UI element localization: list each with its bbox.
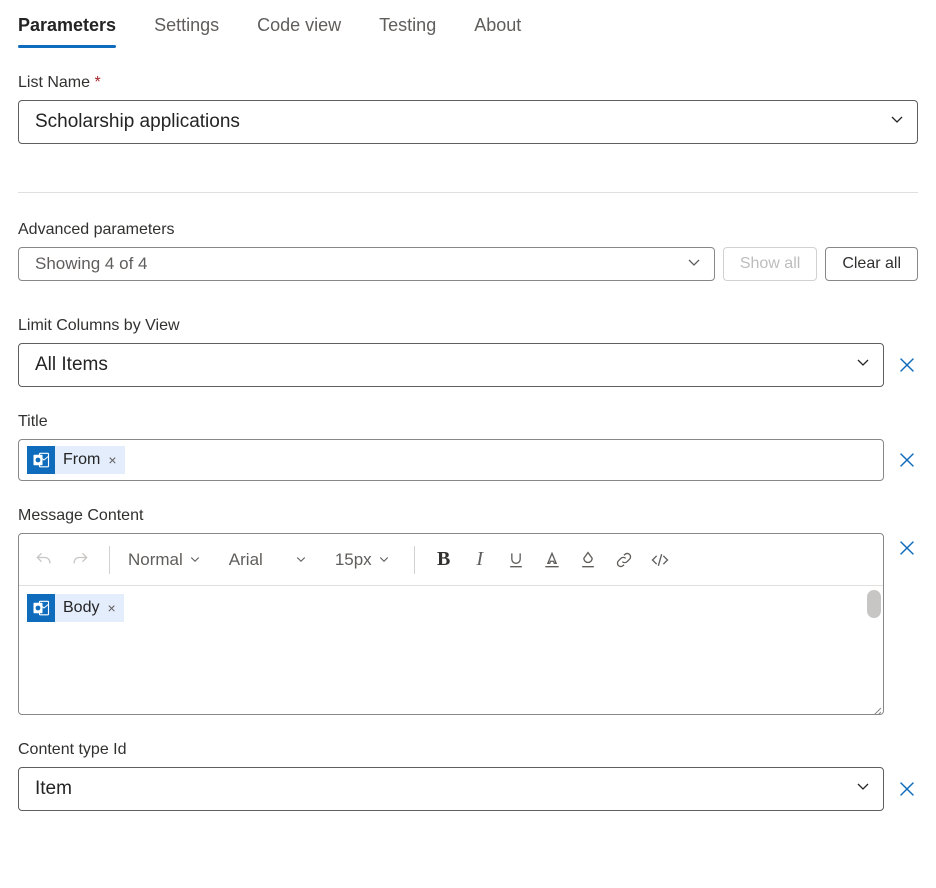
chevron-down-icon <box>855 354 871 376</box>
chevron-down-icon <box>889 111 905 133</box>
chevron-down-icon <box>295 550 307 570</box>
title-token-from[interactable]: From × <box>27 446 125 474</box>
tab-testing[interactable]: Testing <box>379 15 436 46</box>
rte-body[interactable]: Body × <box>19 586 883 706</box>
message-content-label: Message Content <box>18 507 918 525</box>
chevron-down-icon <box>378 550 390 570</box>
content-type-id-value: Item <box>35 778 72 800</box>
outlook-icon <box>27 594 55 622</box>
remove-limit-columns-button[interactable] <box>896 354 918 376</box>
link-button[interactable] <box>609 545 639 575</box>
chevron-down-icon <box>686 254 702 275</box>
list-name-value: Scholarship applications <box>35 111 240 133</box>
remove-message-content-button[interactable] <box>896 537 918 559</box>
limit-columns-value: All Items <box>35 354 108 376</box>
content-type-id-label: Content type Id <box>18 741 918 759</box>
rte-size-select[interactable]: 15px <box>331 550 394 570</box>
highlight-button[interactable] <box>573 545 603 575</box>
limit-columns-select[interactable]: All Items <box>18 343 884 387</box>
advanced-parameters-label: Advanced parameters <box>18 221 918 239</box>
title-label: Title <box>18 413 918 431</box>
rte-style-select[interactable]: Normal <box>124 550 205 570</box>
title-input[interactable]: From × <box>18 439 884 481</box>
tab-about[interactable]: About <box>474 15 521 46</box>
message-content-editor[interactable]: Normal Arial 15px B I <box>18 533 884 715</box>
chevron-down-icon <box>855 778 871 800</box>
underline-button[interactable] <box>501 545 531 575</box>
advanced-parameters-summary: Showing 4 of 4 <box>35 254 147 274</box>
rte-toolbar: Normal Arial 15px B I <box>19 534 883 586</box>
scrollbar-thumb[interactable] <box>867 590 881 618</box>
content-type-id-select[interactable]: Item <box>18 767 884 811</box>
token-remove-icon[interactable]: × <box>105 600 117 616</box>
tab-code-view[interactable]: Code view <box>257 15 341 46</box>
resize-handle[interactable] <box>19 706 883 714</box>
tab-parameters[interactable]: Parameters <box>18 15 116 46</box>
undo-button <box>29 545 59 575</box>
clear-all-button[interactable]: Clear all <box>825 247 918 281</box>
remove-content-type-id-button[interactable] <box>896 778 918 800</box>
token-remove-icon[interactable]: × <box>106 452 118 468</box>
message-content-token-body[interactable]: Body × <box>27 594 124 622</box>
italic-button[interactable]: I <box>465 545 495 575</box>
tab-settings[interactable]: Settings <box>154 15 219 46</box>
remove-title-button[interactable] <box>896 449 918 471</box>
redo-button <box>65 545 95 575</box>
list-name-select[interactable]: Scholarship applications <box>18 100 918 144</box>
bold-button[interactable]: B <box>429 545 459 575</box>
tabstrip: Parameters Settings Code view Testing Ab… <box>18 15 918 46</box>
list-name-label: List Name * <box>18 74 918 92</box>
advanced-parameters-select[interactable]: Showing 4 of 4 <box>18 247 715 281</box>
show-all-button: Show all <box>723 247 817 281</box>
code-view-button[interactable] <box>645 545 675 575</box>
rte-font-select[interactable]: Arial <box>225 550 311 570</box>
chevron-down-icon <box>189 550 201 570</box>
font-color-button[interactable] <box>537 545 567 575</box>
section-divider <box>18 192 918 193</box>
limit-columns-label: Limit Columns by View <box>18 317 918 335</box>
outlook-icon <box>27 446 55 474</box>
